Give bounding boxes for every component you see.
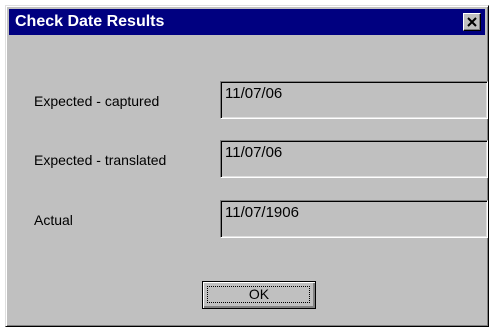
close-icon — [467, 17, 477, 27]
ok-button-label: OK — [248, 286, 270, 302]
expected-translated-label: Expected - translated — [34, 152, 167, 168]
actual-label: Actual — [34, 212, 73, 228]
ok-button[interactable]: OK — [202, 281, 316, 309]
dialog-title: Check Date Results — [15, 13, 165, 30]
dialog-window: Check Date Results Expected - captured 1… — [5, 5, 489, 327]
close-button[interactable] — [463, 13, 481, 31]
expected-translated-field: 11/07/06 — [220, 140, 488, 178]
expected-captured-value: 11/07/06 — [225, 85, 283, 102]
title-bar[interactable]: Check Date Results — [9, 9, 485, 35]
actual-value: 11/07/1906 — [225, 204, 299, 221]
expected-captured-label: Expected - captured — [34, 93, 160, 109]
expected-captured-field: 11/07/06 — [220, 81, 488, 119]
actual-field: 11/07/1906 — [220, 200, 488, 238]
expected-translated-value: 11/07/06 — [225, 144, 283, 161]
